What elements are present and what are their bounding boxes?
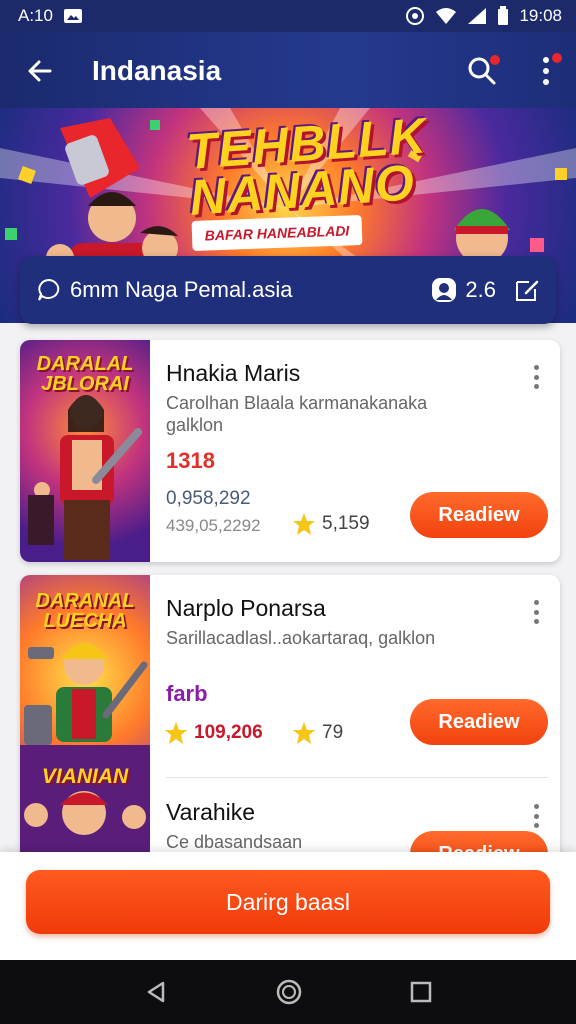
page-title: Indanasia	[92, 55, 222, 86]
primary-action-button[interactable]: Darirg baasl	[26, 870, 550, 934]
star-icon	[293, 513, 315, 535]
review-button[interactable]: Readiew	[410, 492, 548, 538]
item-count: 109,206	[194, 722, 263, 743]
status-time-left: A:10	[18, 6, 53, 25]
person-icon	[432, 278, 457, 302]
item-thumbnail: DARALAL JBLORAI	[20, 340, 150, 562]
image-notification-icon	[63, 8, 83, 24]
item-count: 0,958,292	[166, 488, 251, 509]
search-button[interactable]	[460, 49, 504, 93]
item-rating-count: 5,159	[322, 513, 370, 534]
item-more-button[interactable]	[526, 362, 546, 392]
search-notification-dot	[490, 55, 500, 65]
banner-subtitle: BAFAR HANEABLADI	[191, 215, 363, 251]
thumbnail-title: DARALAL JBLORAI	[36, 353, 134, 395]
chat-bubble-icon	[38, 278, 60, 301]
list-item[interactable]: DARANAL LUECHA VIANIAN Narplo Ponarsa Sa…	[20, 575, 560, 865]
item-description: Sarillacadlasl..aokartaraq, galklon	[166, 628, 436, 648]
item-thumbnail: DARANAL LUECHA VIANIAN	[20, 575, 150, 865]
app-bar: Indanasia	[0, 32, 576, 110]
item-more-button[interactable]	[526, 597, 546, 627]
menu-notification-dot	[552, 53, 562, 63]
bottom-action-bar: Darirg baasl	[0, 852, 576, 960]
item-title: Hnakia Maris	[166, 360, 301, 386]
item-rating-count: 79	[322, 722, 344, 743]
status-bar: A:10 19:08	[0, 0, 576, 32]
signal-icon	[467, 7, 487, 25]
status-time-right: 19:08	[519, 6, 562, 25]
nav-home-icon[interactable]	[276, 979, 302, 1005]
list-item[interactable]: DARALAL JBLORAI Hnakia Maris Carolhan Bl…	[20, 340, 560, 562]
back-button[interactable]	[18, 49, 62, 93]
item-count-secondary: 439,05,2292	[166, 516, 261, 535]
item-more-button[interactable]	[526, 801, 546, 831]
store-info-card[interactable]: 6mm Naga Pemal.asia 2.6	[20, 256, 556, 324]
more-options-button[interactable]	[534, 49, 562, 93]
item-title: Varahike	[166, 799, 256, 825]
item-price: farb	[166, 681, 208, 706]
item-rating: 5,159	[292, 512, 370, 536]
system-navigation-bar	[0, 960, 576, 1024]
divider	[166, 777, 548, 778]
nfc-icon	[405, 6, 425, 26]
wifi-icon	[435, 7, 457, 25]
back-arrow-icon	[28, 60, 52, 82]
item-count-row: 109,206	[164, 721, 263, 745]
nav-recents-icon[interactable]	[410, 981, 432, 1003]
item-title: Narplo Ponarsa	[166, 595, 326, 621]
thumbnail-subtitle: VIANIAN	[41, 765, 129, 788]
star-icon	[293, 722, 315, 744]
store-rating: 2.6	[465, 277, 496, 302]
item-price: 1318	[166, 448, 215, 473]
review-button[interactable]: Readiew	[410, 699, 548, 745]
banner-title: TEHBLLK NANANO	[184, 108, 429, 226]
nav-back-icon[interactable]	[144, 980, 168, 1004]
store-info-text: 6mm Naga Pemal.asia	[70, 277, 293, 302]
more-vertical-icon	[543, 57, 549, 85]
thumbnail-title: DARANAL LUECHA	[35, 590, 135, 632]
item-description: Carolhan Blaala karmanakanaka galklon	[166, 393, 428, 435]
item-rating: 79	[292, 721, 343, 745]
battery-icon	[497, 6, 509, 26]
star-icon	[165, 722, 187, 744]
edit-icon[interactable]	[514, 277, 540, 303]
